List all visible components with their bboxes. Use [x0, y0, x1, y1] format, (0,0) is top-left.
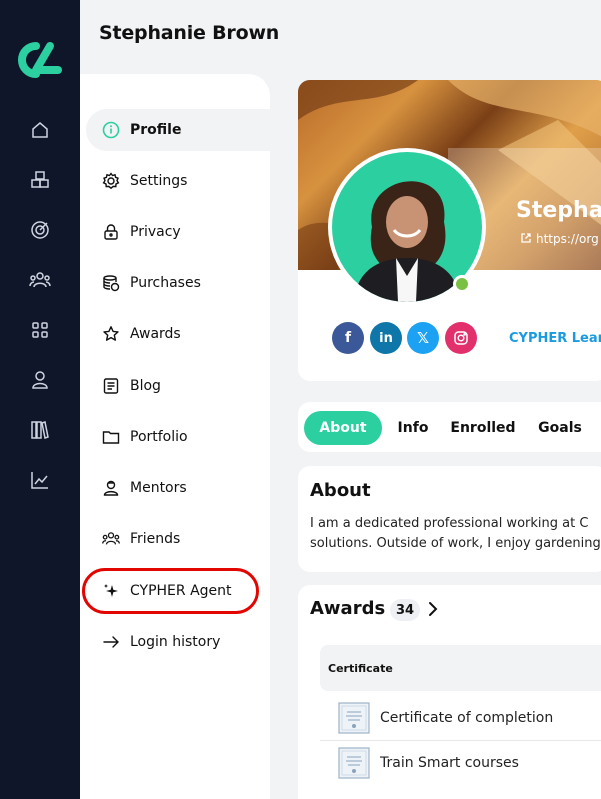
about-line: solutions. Outside of work, I enjoy gard…	[310, 536, 601, 551]
profile-tabs: About Info Enrolled Goals	[298, 402, 601, 452]
lock-icon	[102, 223, 120, 241]
users-icon[interactable]	[28, 268, 52, 292]
nav-item-label: Awards	[130, 326, 181, 342]
nav-item-portfolio[interactable]: Portfolio	[86, 416, 270, 458]
nav-item-label: Profile	[130, 122, 182, 138]
target-icon[interactable]	[28, 218, 52, 242]
page-title: Stephanie Brown	[99, 22, 280, 44]
profile-link-text: https://org	[536, 232, 599, 246]
award-name: Train Smart courses	[380, 755, 519, 771]
grid-icon[interactable]	[28, 318, 52, 342]
settings-nav: Profile Settings Privacy Purchases Award…	[80, 74, 270, 799]
linkedin-icon[interactable]: in	[370, 322, 402, 354]
chart-icon[interactable]	[28, 468, 52, 492]
profile-name: Stepha	[516, 198, 601, 223]
chevron-right-icon[interactable]	[426, 599, 440, 619]
profile-link[interactable]: https://org	[520, 232, 599, 246]
friends-icon	[102, 530, 120, 548]
awards-title: Awards	[310, 598, 386, 619]
online-status-dot	[453, 275, 471, 293]
about-line: I am a dedicated professional working at…	[310, 516, 589, 531]
x-icon[interactable]: 𝕏	[407, 322, 439, 354]
instagram-icon[interactable]	[445, 322, 477, 354]
awards-count-badge: 34	[390, 599, 420, 621]
nav-item-label: Friends	[130, 531, 181, 547]
award-name: Certificate of completion	[380, 710, 554, 726]
certificate-icon	[338, 702, 370, 734]
nav-item-login-history[interactable]: Login history	[86, 621, 270, 663]
nav-item-label: Portfolio	[130, 429, 188, 445]
table-header-certificate: Certificate	[320, 645, 601, 691]
nav-item-awards[interactable]: Awards	[86, 313, 270, 355]
folder-icon	[102, 428, 120, 446]
certificate-icon	[338, 747, 370, 779]
document-icon	[102, 377, 120, 395]
nav-item-settings[interactable]: Settings	[86, 160, 270, 202]
person-icon[interactable]	[28, 368, 52, 392]
library-icon[interactable]	[28, 418, 52, 442]
nav-item-label: Privacy	[130, 224, 181, 240]
tab-about[interactable]: About	[304, 411, 382, 445]
about-title: About	[310, 480, 371, 501]
mentor-icon	[102, 479, 120, 497]
nav-item-mentors[interactable]: Mentors	[86, 467, 270, 509]
logo-icon[interactable]	[14, 40, 66, 80]
arrow-right-icon	[102, 633, 120, 651]
about-text: I am a dedicated professional working at…	[310, 514, 601, 554]
profile-card: Stepha https://org f in 𝕏 CYPHER Learn	[298, 80, 601, 381]
about-card: About I am a dedicated professional work…	[298, 466, 601, 572]
nav-item-profile[interactable]: Profile	[86, 109, 270, 151]
nav-item-blog[interactable]: Blog	[86, 365, 270, 407]
gear-icon	[102, 172, 120, 190]
nav-item-label: Mentors	[130, 480, 187, 496]
nav-item-label: Purchases	[130, 275, 201, 291]
nav-item-purchases[interactable]: Purchases	[86, 262, 270, 304]
awards-card: Awards 34 Certificate Certificate of com…	[298, 585, 601, 799]
organization-link[interactable]: CYPHER Learn	[509, 331, 601, 346]
info-icon	[102, 121, 120, 139]
table-row[interactable]: Certificate of completion	[320, 696, 601, 740]
tab-info[interactable]: Info	[390, 411, 436, 445]
nav-item-privacy[interactable]: Privacy	[86, 211, 270, 253]
nav-item-label: Login history	[130, 634, 221, 650]
external-link-icon	[521, 233, 531, 243]
nav-item-label: Blog	[130, 378, 161, 394]
app-rail	[0, 0, 80, 799]
facebook-icon[interactable]: f	[332, 322, 364, 354]
highlight-ring	[82, 568, 259, 614]
nav-item-label: Settings	[130, 173, 188, 189]
nav-item-friends[interactable]: Friends	[86, 518, 270, 560]
table-row[interactable]: Train Smart courses	[320, 741, 601, 785]
tab-goals[interactable]: Goals	[532, 411, 588, 445]
home-icon[interactable]	[28, 118, 52, 142]
coins-icon	[102, 274, 120, 292]
star-icon	[102, 325, 120, 343]
cubes-icon[interactable]	[28, 168, 52, 192]
tab-enrolled[interactable]: Enrolled	[448, 411, 518, 445]
